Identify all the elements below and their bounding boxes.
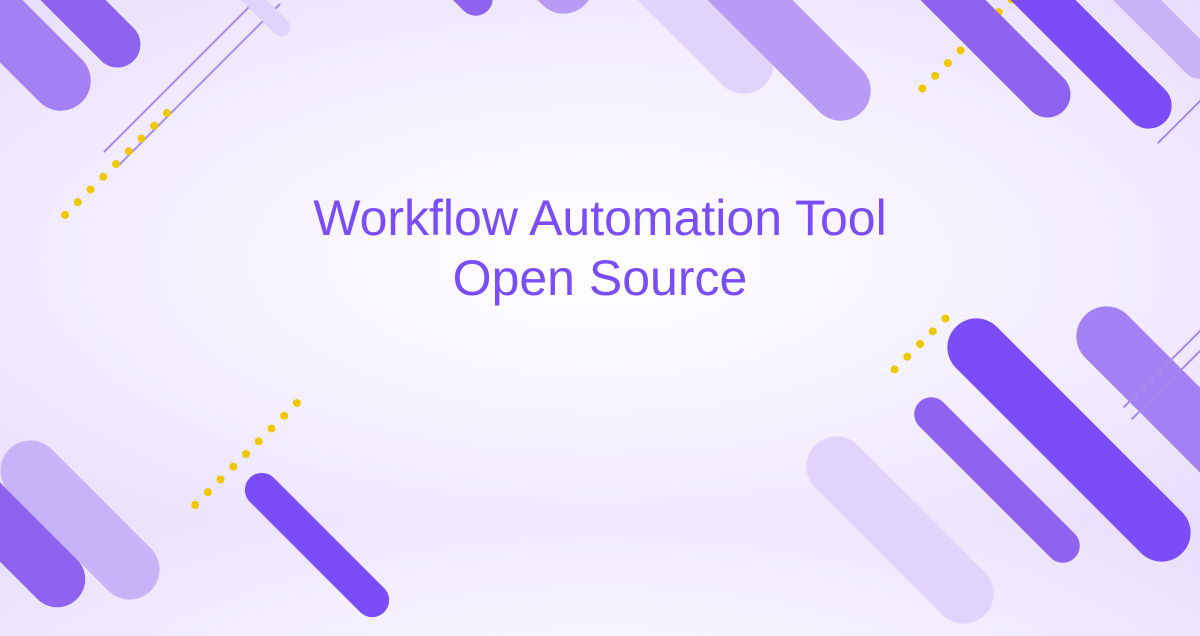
decor-dots [889, 313, 951, 375]
hero-line-1: Workflow Automation Tool [313, 188, 886, 248]
decor-pill [334, 0, 499, 23]
decor-pill [394, 0, 606, 26]
hero-line-2: Open Source [313, 248, 886, 308]
decor-dots [59, 107, 172, 220]
hero-title: Workflow Automation Tool Open Source [313, 188, 886, 308]
decor-pill [238, 466, 396, 624]
